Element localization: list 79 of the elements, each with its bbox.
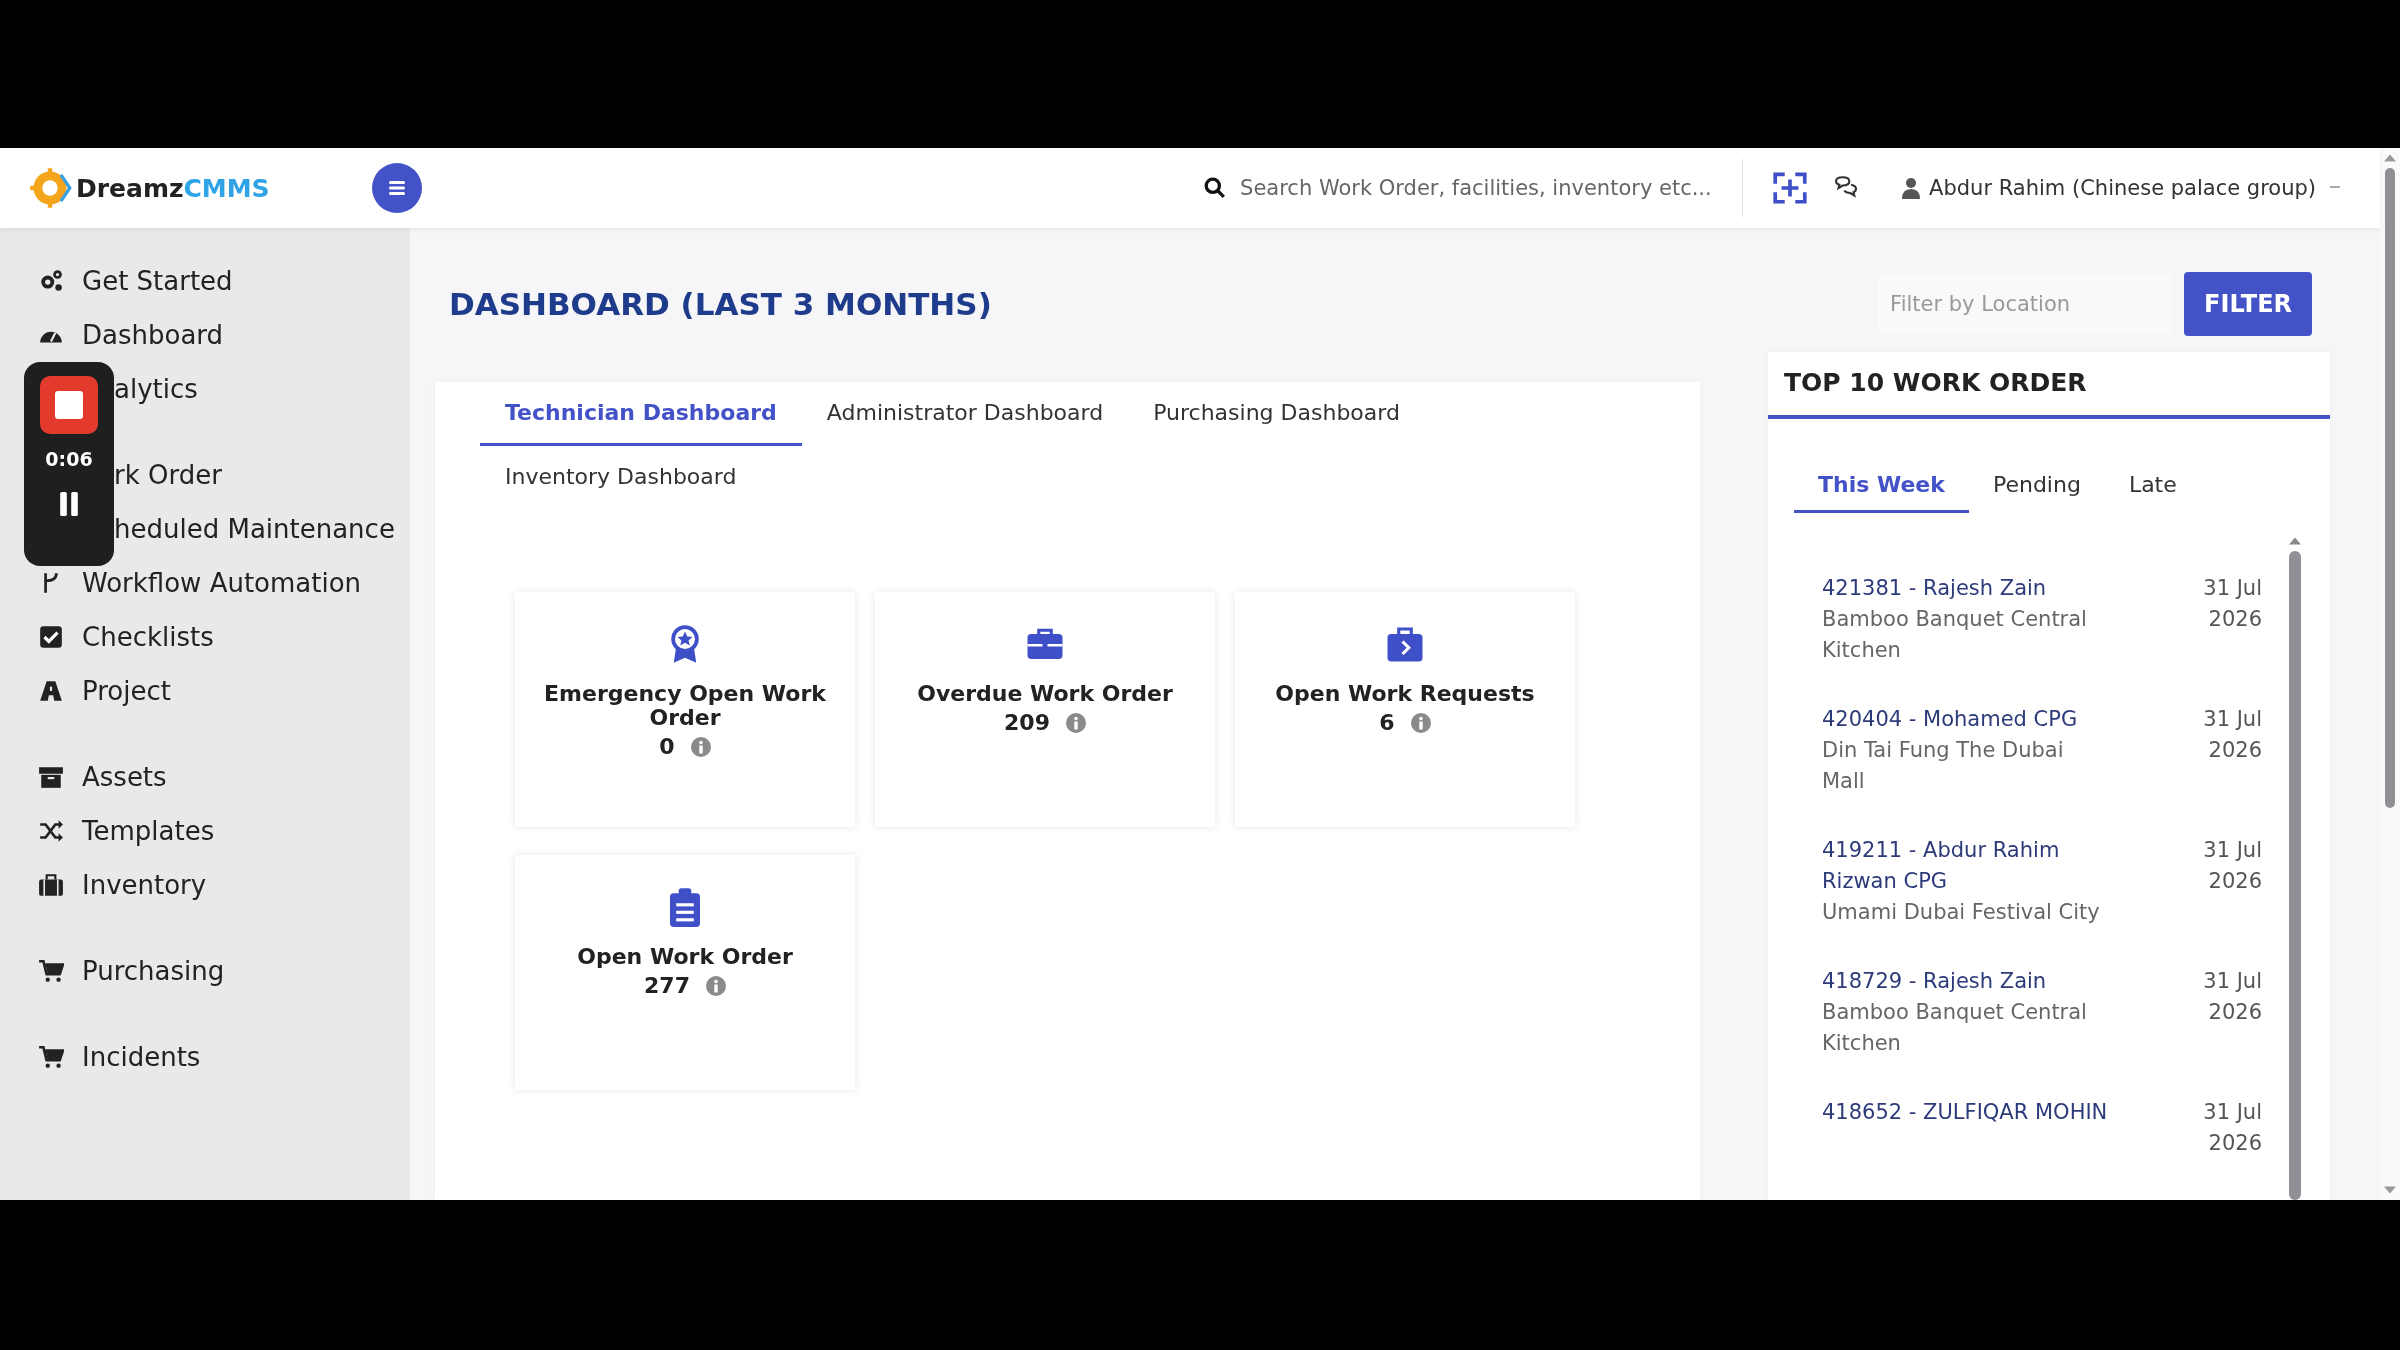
work-order-date: 31 Jul 2026 bbox=[2202, 575, 2262, 633]
info-icon[interactable] bbox=[705, 975, 726, 996]
caret-icon bbox=[2330, 186, 2340, 190]
panel-title: TOP 10 WORK ORDER bbox=[1784, 368, 2087, 397]
stat-title: Open Work Order bbox=[576, 945, 794, 970]
work-order-location: Bamboo Banquet Central Kitchen bbox=[1822, 606, 2088, 664]
sidebar-item[interactable]: Incidents bbox=[0, 1030, 201, 1084]
scrollbar[interactable] bbox=[2288, 537, 2302, 1200]
user-menu[interactable]: Abdur Rahim (Chinese palace group) bbox=[1901, 176, 2340, 200]
app-logo: DreamzCMMS bbox=[76, 173, 270, 203]
stat-card[interactable]: Overdue Work Order 209 bbox=[875, 592, 1215, 827]
scrollbar[interactable] bbox=[2380, 148, 2400, 1200]
sidebar-item[interactable]: heduled Maintenance bbox=[114, 502, 395, 556]
stat-title: Open Work Requests bbox=[1274, 682, 1536, 707]
dashboard-tab[interactable]: Purchasing Dashboard bbox=[1128, 382, 1425, 446]
scroll-up-icon[interactable] bbox=[2384, 154, 2396, 162]
gears-icon bbox=[38, 268, 64, 294]
scan-icon[interactable] bbox=[1771, 169, 1810, 207]
sidebar-item[interactable]: Checklists bbox=[0, 610, 214, 664]
sidebar-item[interactable]: Purchasing bbox=[0, 944, 225, 998]
sidebar-item[interactable]: Inventory bbox=[0, 858, 207, 912]
page-title: DASHBOARD (LAST 3 MONTHS) bbox=[449, 286, 992, 322]
scroll-down-icon[interactable] bbox=[2384, 1186, 2396, 1194]
work-order-location: Din Tai Fung The Dubai Mall bbox=[1822, 737, 2065, 795]
work-order-location: Bamboo Banquet Central Kitchen bbox=[1822, 999, 2088, 1057]
sidebar-item[interactable]: rk Order bbox=[114, 448, 222, 502]
sidebar-item[interactable]: Project bbox=[0, 664, 171, 718]
stat-value: 277 bbox=[644, 973, 690, 999]
dashboard-tab[interactable]: Administrator Dashboard bbox=[801, 382, 1129, 446]
stat-title: Overdue Work Order bbox=[916, 682, 1174, 707]
work-order-date: 31 Jul 2026 bbox=[2202, 968, 2262, 1026]
period-tab[interactable]: Pending bbox=[1968, 459, 2105, 513]
shuffle-icon bbox=[38, 818, 64, 844]
work-order-date: 31 Jul 2026 bbox=[2202, 1099, 2262, 1157]
user-icon bbox=[1901, 177, 1922, 199]
suitcase-icon bbox=[38, 872, 64, 898]
cart-icon bbox=[38, 1044, 64, 1070]
work-order-location: Umami Dubai Festival City bbox=[1822, 899, 2101, 926]
work-order-date: 31 Jul 2026 bbox=[2202, 706, 2262, 764]
stat-value: 6 bbox=[1379, 710, 1395, 736]
stat-value: 209 bbox=[1004, 710, 1050, 736]
sidebar-item[interactable]: alytics bbox=[114, 362, 198, 416]
search-icon bbox=[1204, 177, 1227, 199]
work-order-date: 31 Jul 2026 bbox=[2202, 837, 2262, 895]
logo-icon bbox=[28, 166, 72, 210]
stat-value: 0 bbox=[659, 734, 675, 760]
sidebar-item[interactable]: Dashboard bbox=[0, 308, 224, 362]
stat-card[interactable]: Emergency Open Work Order 0 bbox=[515, 592, 855, 827]
checkbox-icon bbox=[38, 624, 64, 650]
search-field[interactable]: Search Work Order, facilities, inventory etc... bbox=[1238, 175, 1735, 201]
work-order-link[interactable]: 420404 - Mohamed CPG bbox=[1822, 704, 2112, 735]
dashboard-tab[interactable]: Technician Dashboard bbox=[480, 382, 802, 446]
info-icon[interactable] bbox=[1410, 712, 1431, 733]
info-icon[interactable] bbox=[1065, 712, 1086, 733]
sidebar-item[interactable]: Templates bbox=[0, 804, 215, 858]
sidebar-item[interactable]: Assets bbox=[0, 750, 167, 804]
dashboard-tab[interactable]: Inventory Dashboard bbox=[480, 446, 762, 510]
menu-button[interactable] bbox=[372, 163, 422, 213]
cart-icon bbox=[38, 958, 64, 984]
scroll-up-icon[interactable] bbox=[2289, 537, 2301, 545]
stop-recording-button[interactable] bbox=[40, 376, 98, 434]
work-order-link[interactable]: 421381 - Rajesh Zain bbox=[1822, 573, 2112, 604]
filter-button[interactable]: FILTER bbox=[2184, 272, 2312, 336]
sidebar-item[interactable]: Get Started bbox=[0, 254, 233, 308]
menu-icon bbox=[387, 178, 407, 198]
period-tab[interactable]: This Week bbox=[1794, 459, 1969, 513]
sidebar-item[interactable]: Workflow Automation bbox=[0, 556, 362, 610]
recording-timer: 0:06 bbox=[45, 448, 93, 470]
work-order-link[interactable]: 419211 - Abdur Rahim Rizwan CPG bbox=[1822, 835, 2112, 897]
info-icon[interactable] bbox=[690, 736, 711, 757]
stat-title: Emergency Open Work Order bbox=[543, 682, 827, 731]
period-tab[interactable]: Late bbox=[2104, 459, 2201, 513]
briefcase-arrow-icon bbox=[1385, 624, 1425, 664]
stat-card[interactable]: Open Work Requests 6 bbox=[1235, 592, 1575, 827]
stat-card[interactable]: Open Work Order 277 bbox=[515, 855, 855, 1090]
archive-icon bbox=[38, 764, 64, 790]
pause-icon[interactable] bbox=[58, 490, 80, 518]
work-order-link[interactable]: 418652 - ZULFIQAR MOHIN bbox=[1822, 1097, 2112, 1128]
work-order-link[interactable]: 418729 - Rajesh Zain bbox=[1822, 966, 2112, 997]
